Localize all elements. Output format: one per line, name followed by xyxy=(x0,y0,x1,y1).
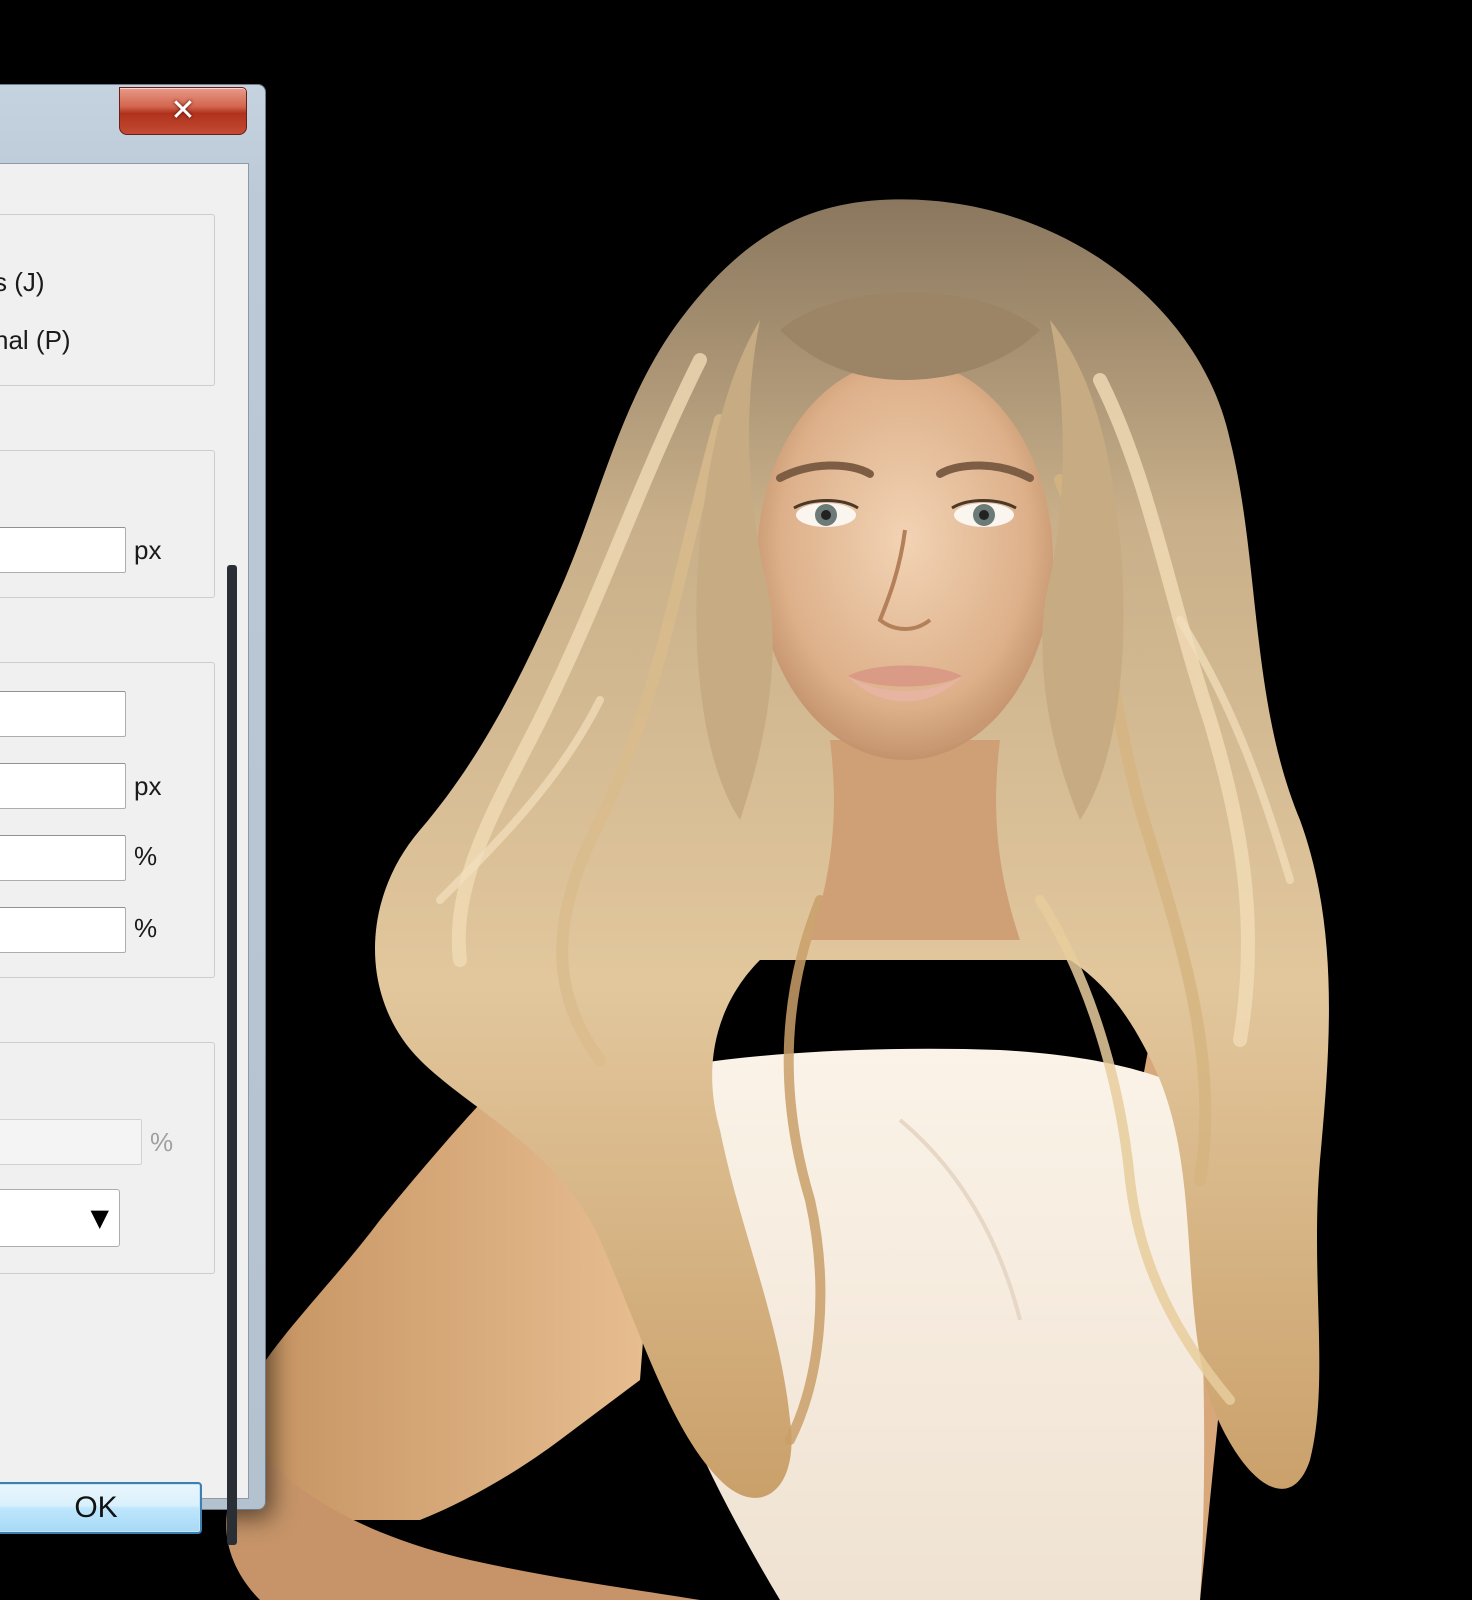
ok-button-label: OK xyxy=(74,1491,118,1524)
parameter-3-unit: % xyxy=(134,841,158,871)
options-groupbox: s (J) nal (P) xyxy=(0,214,215,386)
window-edge-scrollbar[interactable] xyxy=(227,565,237,1545)
ok-button[interactable]: OK xyxy=(0,1482,202,1534)
mode-dropdown[interactable]: ▼ xyxy=(0,1189,120,1247)
parameter-2-unit: px xyxy=(134,771,162,801)
percentage-unit-label: % xyxy=(150,1127,174,1157)
title-bar[interactable]: ✕ xyxy=(0,85,265,163)
close-icon: ✕ xyxy=(170,93,196,128)
parameters-groupbox: px % % xyxy=(0,662,215,978)
parameter-input-3[interactable] xyxy=(0,835,126,881)
size-input[interactable] xyxy=(0,527,126,573)
dialog-window: ✕ s (J) nal (P) px px % % % ▼ OK xyxy=(0,84,266,1545)
chevron-down-icon: ▼ xyxy=(90,1204,109,1232)
dialog-client-area: s (J) nal (P) px px % % % ▼ OK xyxy=(0,163,249,1534)
size-groupbox: px xyxy=(0,450,215,598)
parameter-input-4[interactable] xyxy=(0,907,126,953)
size-unit-label: px xyxy=(134,535,162,565)
close-button[interactable]: ✕ xyxy=(119,87,247,135)
quality-groupbox: % ▼ xyxy=(0,1042,215,1274)
percentage-input-disabled xyxy=(0,1119,142,1165)
desktop-scene: ✕ s (J) nal (P) px px % % % ▼ OK xyxy=(0,0,1472,1600)
parameter-input-2[interactable] xyxy=(0,763,126,809)
option-j-label[interactable]: s (J) xyxy=(0,267,45,298)
parameter-input-1[interactable] xyxy=(0,691,126,737)
parameter-4-unit: % xyxy=(134,913,158,943)
option-p-label[interactable]: nal (P) xyxy=(0,325,71,356)
